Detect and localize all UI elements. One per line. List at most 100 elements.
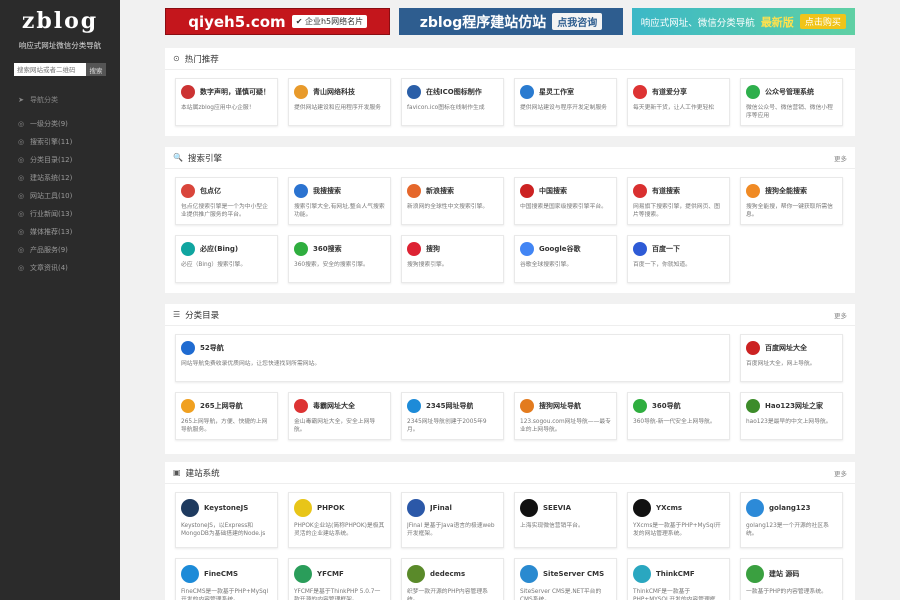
site-card[interactable]: 搜狗网址导航 123.sogou.com网址导航——最专业的上网导航。 xyxy=(514,392,617,440)
site-card[interactable]: 必应(Bing) 必应（Bing）搜索引擎。 xyxy=(175,235,278,283)
site-card[interactable]: Google谷歌 谷歌全球搜索引擎。 xyxy=(514,235,617,283)
site-logo-icon xyxy=(181,184,195,198)
sidebar-item[interactable]: ◎ 行业新闻(13) xyxy=(0,205,120,223)
banner-button[interactable]: ✔ 企业h5网络名片 xyxy=(291,15,368,28)
sidebar-heading[interactable]: ➤ 导航分类 xyxy=(0,91,120,109)
ad-banner[interactable]: zblog程序建站仿站 点我咨询 xyxy=(399,8,623,35)
card-header: 青山网络科技 xyxy=(294,83,385,101)
site-card[interactable]: YXcms YXcms是一款基于PHP+MySql开发的网站管理系统。 xyxy=(627,492,730,548)
card-description: golang123是一个开源的社区系统。 xyxy=(746,523,829,537)
sidebar-item[interactable]: ◎ 产品服务(9) xyxy=(0,241,120,259)
sidebar-item-label: 搜索引擎(11) xyxy=(30,138,73,146)
site-tagline: 响应式网址微信分类导航 xyxy=(18,41,102,50)
site-logo-icon xyxy=(633,499,651,517)
site-logo-icon xyxy=(181,499,199,517)
category-icon: ◎ xyxy=(17,210,25,218)
site-card[interactable]: 公众号管理系统 微信公众号、微信营销、微信小程序等应用 xyxy=(740,78,843,126)
more-link[interactable]: 更多 xyxy=(834,153,847,163)
card-header: SiteServer CMS xyxy=(520,563,611,585)
banner-button[interactable]: 点击购买 xyxy=(799,14,846,29)
card-header: 360搜索 xyxy=(294,240,385,258)
card-title: 百度一下 xyxy=(652,245,680,253)
sidebar-item[interactable]: ◎ 媒体推荐(13) xyxy=(0,223,120,241)
card-title: Google谷歌 xyxy=(539,245,581,253)
card-description: 织梦一款开源的PHP内容管理系统。 xyxy=(407,589,488,600)
sidebar-item[interactable]: ◎ 网站工具(10) xyxy=(0,187,120,205)
site-card[interactable]: 百度网址大全 百度网址大全，网上导航。 xyxy=(740,334,843,382)
site-card[interactable]: 星灵工作室 提供网站建设与程序开发定制服务 xyxy=(514,78,617,126)
category-icon: ◎ xyxy=(17,228,25,236)
site-card[interactable]: 265上网导航 265上网导航，方便、快捷的上网导航服务。 xyxy=(175,392,278,440)
card-header: 52导航 xyxy=(181,339,724,357)
card-description: 搜狗全能搜，帮你一键获取所需信息。 xyxy=(746,204,833,218)
category-icon: ◎ xyxy=(17,246,25,254)
sidebar-nav: ➤ 导航分类 ◎ 一级分类(9) ◎ 搜索引擎(11) ◎ 分类目录(12) ◎ 建站系统(12)… xyxy=(0,91,120,277)
site-logo-icon xyxy=(633,399,647,413)
site-logo-icon xyxy=(633,85,647,99)
site-card[interactable]: 360搜索 360搜索，安全的搜索引擎。 xyxy=(288,235,391,283)
site-card[interactable]: 搜狗 搜狗搜索引擎。 xyxy=(401,235,504,283)
sidebar-item[interactable]: ◎ 一级分类(9) xyxy=(0,115,120,133)
site-logo-icon xyxy=(746,341,760,355)
card-title: 中国搜索 xyxy=(539,187,567,195)
sidebar-item[interactable]: ◎ 文章资讯(4) xyxy=(0,259,120,277)
card-header: YFCMF xyxy=(294,563,385,585)
site-logo-icon xyxy=(407,242,421,256)
card-title: 有道爱分享 xyxy=(652,88,687,96)
site-logo-icon xyxy=(407,184,421,198)
site-card[interactable]: FineCMS FineCMS是一款基于PHP+MySql开发的内容管理系统。 xyxy=(175,558,278,600)
site-card[interactable]: golang123 golang123是一个开源的社区系统。 xyxy=(740,492,843,548)
site-card[interactable]: SEEVIA 上海实现微信营销平台。 xyxy=(514,492,617,548)
site-card[interactable]: 360导航 360导航-新一代安全上网导航。 xyxy=(627,392,730,440)
site-card[interactable]: 在线ICO图标制作 favicon.ico图标在线制作生成 xyxy=(401,78,504,126)
card-description: 2345网址导航创建于2005年9月。 xyxy=(407,419,487,433)
site-card[interactable]: 新浪搜索 新浪网的全球性中文搜索引擎。 xyxy=(401,177,504,225)
category-icon: ◎ xyxy=(17,156,25,164)
card-title: 百度网址大全 xyxy=(765,344,807,352)
site-logo-icon xyxy=(633,184,647,198)
site-card[interactable]: PHPOK PHPOK企业站(简称PHPOK)是极其灵活的企业建站系统。 xyxy=(288,492,391,548)
site-card[interactable]: 2345网址导航 2345网址导航创建于2005年9月。 xyxy=(401,392,504,440)
sidebar-item[interactable]: ◎ 分类目录(12) xyxy=(0,151,120,169)
banner-button[interactable]: 点我咨询 xyxy=(552,13,603,30)
site-card[interactable]: SiteServer CMS SiteServer CMS是.NET平台的CMS系… xyxy=(514,558,617,600)
site-card[interactable]: 有道爱分享 每天更新干货，让人工作更轻松 xyxy=(627,78,730,126)
sidebar-item[interactable]: ◎ 搜索引擎(11) xyxy=(0,133,120,151)
section-title: 搜索引擎 xyxy=(187,153,222,164)
site-logo-icon xyxy=(181,341,195,355)
site-card[interactable]: 搜狗全能搜索 搜狗全能搜，帮你一键获取所需信息。 xyxy=(740,177,843,225)
card-header: 建站 源码 xyxy=(746,563,837,585)
site-card[interactable]: YFCMF YFCMF是基于ThinkPHP 5.0.7一款开源的内容管理框架。 xyxy=(288,558,391,600)
site-card[interactable]: 百度一下 百度一下，你就知道。 xyxy=(627,235,730,283)
card-title: 我搜搜索 xyxy=(313,187,341,195)
site-logo-icon xyxy=(520,85,534,99)
site-card[interactable]: 数字声明，谨慎可疑！ 本站属zblog应用中心企服！ xyxy=(175,78,278,126)
site-card[interactable]: Hao123网址之家 hao123是最早的中文上网导航。 xyxy=(740,392,843,440)
search-input[interactable] xyxy=(14,63,86,76)
card-header: 星灵工作室 xyxy=(520,83,611,101)
site-card[interactable]: 包点亿 包点亿搜索引擎是一个为中小型企业提供推广服务的平台。 xyxy=(175,177,278,225)
sidebar-item[interactable]: ◎ 建站系统(12) xyxy=(0,169,120,187)
site-card[interactable]: 中国搜索 中国搜索是国家级搜索引擎平台。 xyxy=(514,177,617,225)
site-card[interactable]: 52导航 网站导航免费收录优质网站，让您快速找到所需网站。 xyxy=(175,334,730,382)
ad-banner[interactable]: qiyeh5.com ✔ 企业h5网络名片 xyxy=(165,8,391,35)
site-card[interactable]: dedecms 织梦一款开源的PHP内容管理系统。 xyxy=(401,558,504,600)
site-logo-icon xyxy=(520,184,534,198)
site-logo-icon xyxy=(407,85,421,99)
site-card[interactable]: 有道搜索 网易旗下搜索引擎，提供网页、图片等搜索。 xyxy=(627,177,730,225)
site-card[interactable]: JFinal JFinal 是基于Java语言的极速web开发框架。 xyxy=(401,492,504,548)
more-link[interactable]: 更多 xyxy=(834,468,847,478)
card-title: KeystoneJS xyxy=(204,504,249,512)
search-button[interactable]: 搜索 xyxy=(86,63,106,76)
site-card[interactable]: 建站 源码 一款基于PHP的内容管理系统。 xyxy=(740,558,843,600)
site-card[interactable]: KeystoneJS KeystoneJS，以Express和MongoDB为基础… xyxy=(175,492,278,548)
site-card[interactable]: 青山网络科技 提供网站建设和应用程序开发服务 xyxy=(288,78,391,126)
site-card[interactable]: ThinkCMF ThinkCMF是一款基于PHP+MYSQL开发的内容管理框架。 xyxy=(627,558,730,600)
more-link[interactable]: 更多 xyxy=(834,310,847,320)
site-card[interactable]: 毒霸网址大全 金山毒霸网址大全，安全上网导航。 xyxy=(288,392,391,440)
ad-banner[interactable]: 响应式网址、微信分类导航 最新版 点击购买 xyxy=(631,8,855,35)
sidebar-item-label: 分类目录(12) xyxy=(30,156,73,164)
card-title: 2345网址导航 xyxy=(426,402,474,410)
site-card[interactable]: 我搜搜索 搜索引擎大全,有网址,整合人气搜索功能。 xyxy=(288,177,391,225)
site-logo[interactable]: zblog xyxy=(0,0,120,38)
